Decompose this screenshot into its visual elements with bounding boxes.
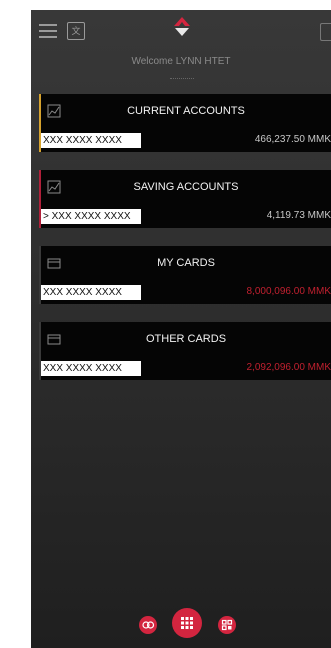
top-bar: 文 Welcome LYNN HTET bbox=[31, 10, 331, 94]
card-number: XXX XXXX XXXX bbox=[41, 285, 141, 300]
card-header: OTHER CARDS bbox=[41, 322, 331, 356]
divider bbox=[170, 78, 194, 79]
main-menu-button[interactable] bbox=[172, 608, 202, 638]
card-number: XXX XXXX XXXX bbox=[41, 361, 141, 376]
account-number: > XXX XXXX XXXX bbox=[41, 209, 141, 224]
card-title: MY CARDS bbox=[157, 257, 215, 269]
welcome-text: Welcome LYNN HTET bbox=[131, 56, 231, 67]
account-balance: 4,119.73 MMK bbox=[266, 210, 331, 221]
card-balance: 8,000,096.00 MMK bbox=[246, 286, 331, 297]
other-cards-card[interactable]: OTHER CARDS XXX XXXX XXXX 2,092,096.00 M… bbox=[39, 322, 331, 380]
account-number: XXX XXXX XXXX bbox=[41, 133, 141, 148]
settings-icon bbox=[142, 621, 155, 629]
card-header: CURRENT ACCOUNTS bbox=[41, 94, 331, 128]
menu-icon[interactable] bbox=[39, 24, 57, 38]
account-balance: 466,237.50 MMK bbox=[254, 134, 331, 145]
bottom-navigation bbox=[31, 608, 331, 648]
card-title: OTHER CARDS bbox=[145, 333, 227, 345]
bank-logo-icon bbox=[174, 17, 190, 36]
qr-icon bbox=[221, 619, 233, 631]
saving-accounts-card[interactable]: SAVING ACCOUNTS > XXX XXXX XXXX 4,119.73… bbox=[39, 170, 331, 228]
my-cards-card[interactable]: MY CARDS XXX XXXX XXXX 8,000,096.00 MMK bbox=[39, 246, 331, 304]
card-title: SAVING ACCOUNTS bbox=[133, 181, 239, 193]
app-screen: 文 Welcome LYNN HTET CURRENT ACCOUNTS XXX… bbox=[31, 10, 331, 648]
card-header: SAVING ACCOUNTS bbox=[41, 170, 331, 204]
card-balance: 2,092,096.00 MMK bbox=[246, 362, 331, 373]
grid-menu-icon bbox=[181, 617, 193, 629]
card-header: MY CARDS bbox=[41, 246, 331, 280]
translate-icon[interactable]: 文 bbox=[67, 22, 85, 40]
qr-button[interactable] bbox=[218, 616, 236, 634]
card-title: CURRENT ACCOUNTS bbox=[127, 105, 245, 117]
current-accounts-card[interactable]: CURRENT ACCOUNTS XXX XXXX XXXX 466,237.5… bbox=[39, 94, 331, 152]
settings-button[interactable] bbox=[139, 616, 157, 634]
logout-icon[interactable] bbox=[320, 23, 331, 41]
